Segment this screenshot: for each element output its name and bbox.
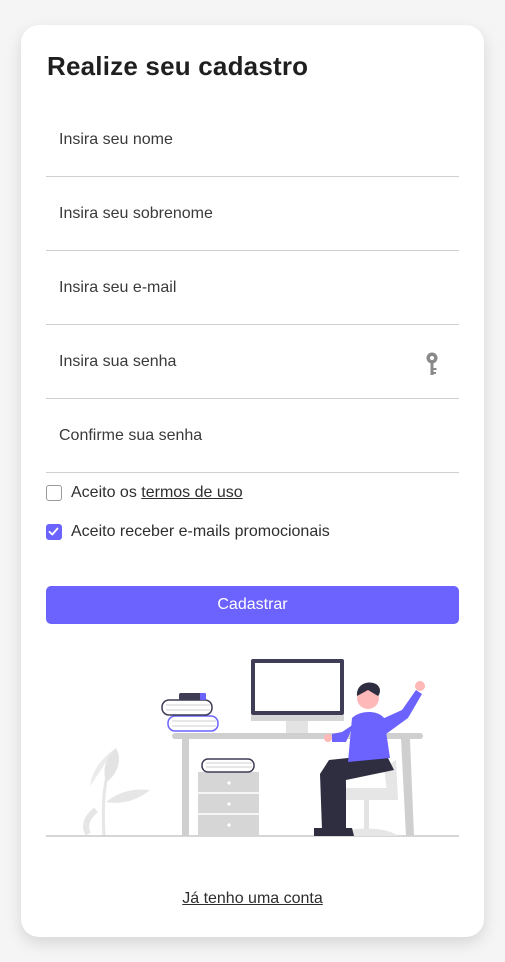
terms-checkbox[interactable]	[46, 485, 62, 501]
key-icon[interactable]	[423, 351, 441, 377]
terms-label: Aceito os termos de uso	[71, 484, 243, 502]
surname-field-wrapper	[46, 177, 459, 251]
password-field-wrapper	[46, 325, 459, 399]
name-field-wrapper	[46, 103, 459, 177]
confirm-password-field-wrapper	[46, 399, 459, 473]
terms-link[interactable]: termos de uso	[141, 484, 242, 501]
login-link-container: Já tenho uma conta	[21, 890, 484, 908]
promo-checkbox[interactable]	[46, 524, 62, 540]
workspace-illustration	[46, 659, 459, 837]
confirm-password-input[interactable]	[46, 399, 459, 472]
page-title: Realize seu cadastro	[47, 51, 309, 81]
promo-label: Aceito receber e-mails promocionais	[71, 523, 330, 540]
plant-illustration	[83, 748, 150, 837]
signup-card: Realize seu cadastro Aceito os termos de…	[21, 25, 484, 937]
password-input[interactable]	[46, 325, 459, 398]
checkmark-icon	[48, 527, 59, 536]
email-field-wrapper	[46, 251, 459, 325]
promo-row: Aceito receber e-mails promocionais	[46, 521, 330, 543]
terms-prefix: Aceito os	[71, 484, 142, 501]
login-link[interactable]: Já tenho uma conta	[182, 890, 323, 907]
surname-input[interactable]	[46, 177, 459, 250]
name-input[interactable]	[46, 103, 459, 176]
register-button[interactable]: Cadastrar	[46, 586, 459, 624]
terms-row: Aceito os termos de uso	[46, 482, 243, 504]
email-input[interactable]	[46, 251, 459, 324]
